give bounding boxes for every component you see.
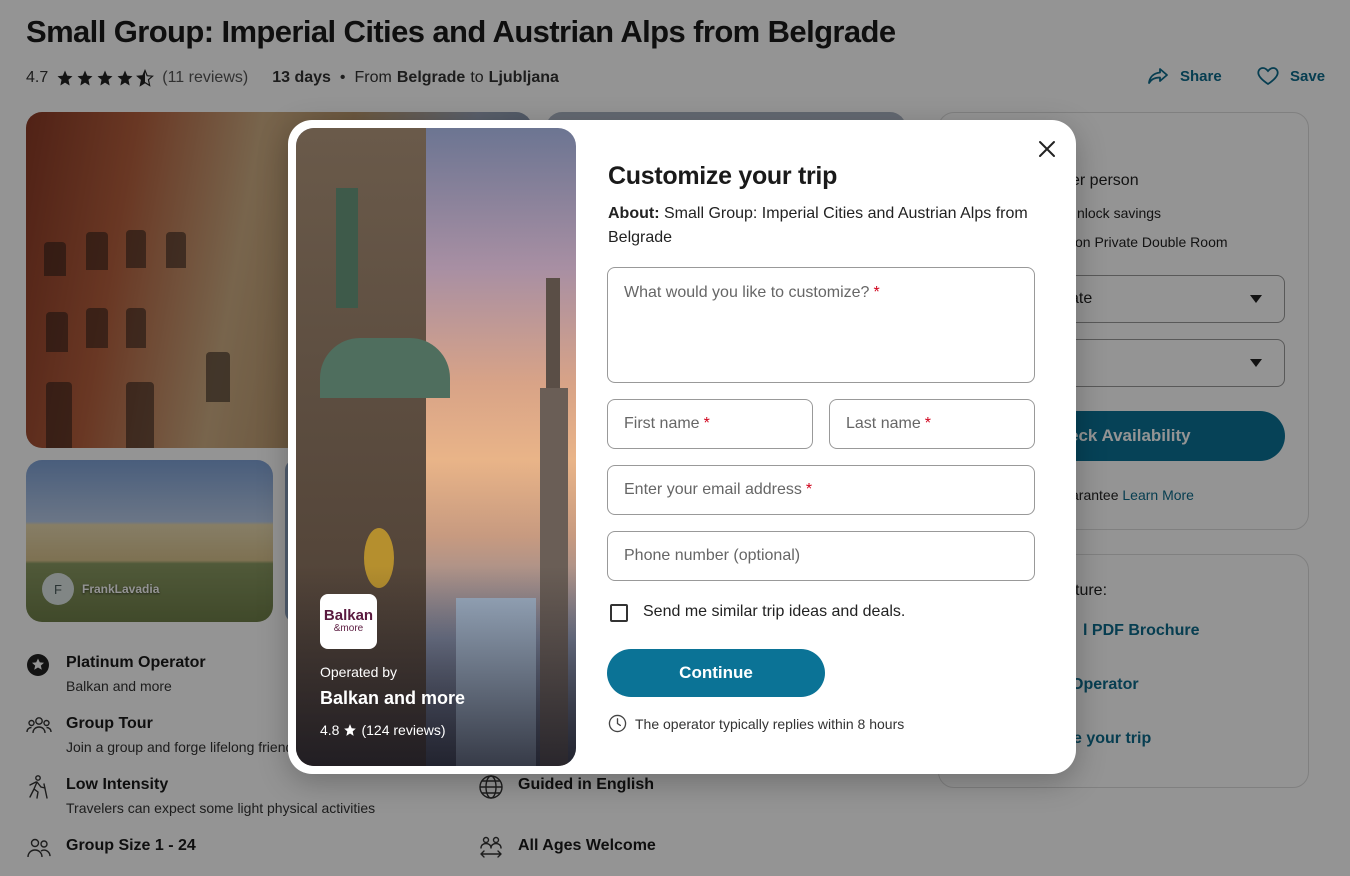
- last-name-field[interactable]: Last name *: [829, 399, 1035, 449]
- required-mark: *: [703, 415, 710, 432]
- about-text: Small Group: Imperial Cities and Austria…: [608, 205, 1028, 246]
- star-icon: [344, 724, 357, 736]
- placeholder-text: First name: [624, 415, 700, 432]
- operator-logo: Balkan &more: [320, 594, 377, 649]
- placeholder-text: What would you like to customize?: [624, 284, 870, 301]
- operator-rating: 4.8 (124 reviews): [320, 722, 446, 738]
- last-name-placeholder: Last name *: [846, 415, 931, 433]
- operator-photo: Balkan &more Operated by Balkan and more…: [296, 128, 576, 766]
- close-icon: [1039, 141, 1055, 157]
- phone-field[interactable]: Phone number (optional): [607, 531, 1035, 581]
- close-button[interactable]: [1032, 134, 1062, 164]
- marketing-checkbox-label[interactable]: Send me similar trip ideas and deals.: [643, 603, 905, 621]
- operator-rating-value: 4.8: [320, 722, 340, 738]
- operated-by-label: Operated by: [320, 664, 398, 680]
- customize-textarea[interactable]: What would you like to customize? *: [607, 267, 1035, 383]
- operator-name: Balkan and more: [320, 688, 466, 708]
- operator-logo-text: Balkan: [323, 606, 374, 624]
- modal-about: About: Small Group: Imperial Cities and …: [608, 202, 1048, 250]
- operator-logo-subtext: &more: [333, 622, 364, 634]
- operator-review-count: (124 reviews): [361, 722, 446, 738]
- clock-icon: [608, 714, 627, 733]
- first-name-field[interactable]: First name *: [607, 399, 813, 449]
- required-mark: *: [805, 481, 813, 498]
- reply-time-text: The operator typically replies within 8 …: [635, 715, 905, 732]
- continue-button[interactable]: Continue: [607, 649, 825, 697]
- required-mark: *: [873, 284, 880, 301]
- email-field[interactable]: Enter your email address *: [607, 465, 1035, 515]
- first-name-placeholder: First name *: [624, 415, 710, 433]
- reply-time-note: The operator typically replies within 8 …: [608, 714, 904, 733]
- modal-title: Customize your trip: [608, 162, 838, 190]
- phone-placeholder: Phone number (optional): [624, 547, 801, 564]
- marketing-checkbox[interactable]: [610, 604, 628, 622]
- required-mark: *: [924, 415, 931, 432]
- continue-label: Continue: [679, 663, 753, 682]
- about-label: About:: [608, 205, 660, 222]
- email-placeholder: Enter your email address *: [624, 481, 812, 499]
- customize-trip-modal: Balkan &more Operated by Balkan and more…: [288, 120, 1076, 774]
- customize-placeholder: What would you like to customize? *: [624, 284, 880, 302]
- placeholder-text: Last name: [846, 415, 921, 432]
- placeholder-text: Enter your email address: [624, 481, 802, 498]
